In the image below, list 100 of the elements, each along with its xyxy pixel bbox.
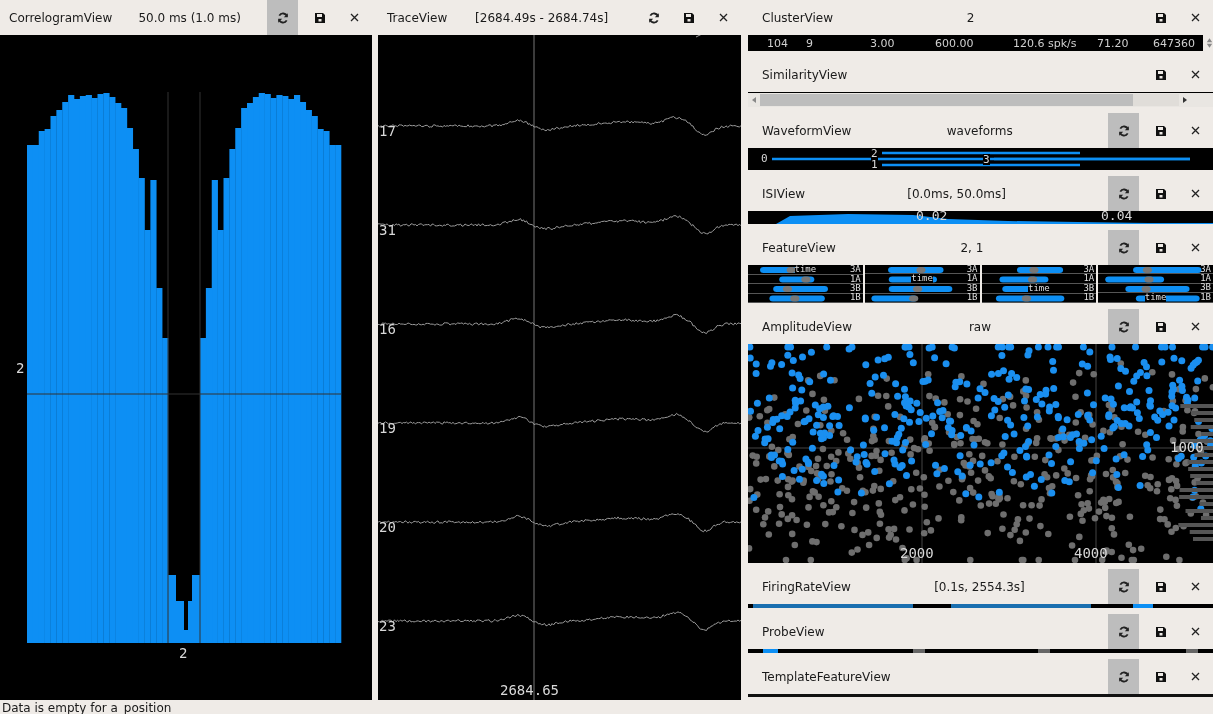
table-cell-text: 647360 [1153,36,1196,50]
save-icon [313,11,326,24]
axis-label: 3B [1200,283,1211,293]
refresh-button[interactable] [267,0,298,35]
refresh-icon [1117,580,1130,593]
axis-label: 1B [1200,293,1211,302]
channel-label: 31 [379,223,396,237]
view-title: ClusterView [762,10,834,25]
table-cell-text: 120.6 spk/s [1013,36,1078,50]
refresh-icon [1117,320,1130,333]
scroll-arrows-icon[interactable] [1206,36,1213,50]
refresh-icon [1117,670,1130,683]
close-icon [1191,322,1200,331]
channel-label: 16 [379,322,396,336]
view-subtitle: [0.1s, 2554.3s] [933,579,1026,594]
scrollbar-thumb[interactable] [760,94,1133,106]
view-title: WaveformView [762,123,852,138]
refresh-button[interactable] [1108,614,1139,649]
view-title: ProbeView [762,624,825,639]
save-icon [682,11,695,24]
axis-label: time [911,274,933,284]
time-label: 2684.65 [500,683,559,697]
axis-label: 3B [966,284,978,293]
channel-label: 17 [379,124,396,138]
view-subtitle: 2 [965,10,976,25]
table-cell-text: 71.20 [1097,36,1130,50]
save-icon [1154,11,1167,24]
refresh-button[interactable] [1108,309,1139,344]
view-subtitle: raw [967,319,993,334]
axis-label: time [1028,283,1050,293]
refresh-button[interactable] [1108,659,1139,694]
axis-label: 1A [849,274,861,284]
channel-label: 0 [761,153,768,164]
table-cell-text: 600.00 [935,36,975,50]
view-subtitle: [2684.49s - 2684.74s] [474,10,610,25]
horizontal-scrollbar[interactable] [748,92,1213,107]
close-icon [1191,13,1200,22]
refresh-button[interactable] [1108,230,1139,265]
axis-label: time [794,265,817,274]
table-cell-text: 3.00 [870,36,896,50]
save-icon [1154,580,1167,593]
channel-label: 1 [871,159,878,170]
save-icon [1154,187,1167,200]
close-icon [719,13,728,22]
axis-label: 3A [966,264,978,274]
axis-label: time [1144,293,1167,302]
axis-label: 2000 [900,546,934,560]
close-icon [1191,70,1200,79]
save-icon [1154,124,1167,137]
channel-label: 3 [983,154,990,165]
axis-label: 2 [179,646,188,660]
refresh-icon [1117,187,1130,200]
close-icon [1191,672,1200,681]
refresh-icon [1117,124,1130,137]
refresh-button[interactable] [1108,569,1139,604]
axis-label: 3B [849,284,861,293]
view-title: FiringRateView [762,579,851,594]
close-icon [1191,189,1200,198]
close-icon [1191,582,1200,591]
status-message: Data is empty for a_position [1,700,173,714]
table-row[interactable]: 104 9 3.00 600.00 120.6 spk/s 71.20 647360 [748,35,1203,51]
view-title: AmplitudeView [762,319,852,334]
save-icon [1154,68,1167,81]
close-icon [1191,627,1200,636]
axis-label: 1B [966,293,978,303]
view-subtitle: waveforms [945,123,1014,138]
view-title: TemplateFeatureView [762,669,891,684]
axis-label: 2 [16,361,25,375]
axis-label: 3A [1083,264,1095,274]
refresh-icon [1117,241,1130,254]
axis-label: 4000 [1074,546,1108,560]
channel-label: 23 [379,619,396,633]
refresh-icon [1117,625,1130,638]
axis-label: 3A [849,265,861,274]
axis-label: 1B [849,293,861,303]
table-cell-text: 104 [767,36,789,50]
axis-label: 1A [1200,274,1211,283]
save-icon [1154,670,1167,683]
close-icon [1191,126,1200,135]
table-cell-text: 9 [806,36,814,50]
view-subtitle: 50.0 ms (1.0 ms) [137,10,242,25]
axis-label: 0.04 [1101,211,1133,222]
refresh-button[interactable] [1108,113,1139,148]
refresh-icon [647,11,660,24]
axis-label: 1A [966,274,978,284]
close-icon [350,13,359,22]
view-subtitle: 2, 1 [959,240,985,255]
channel-label: 2 [871,148,878,159]
view-title: ISIView [762,186,806,201]
save-icon [1154,241,1167,254]
axis-label: 1A [1083,274,1095,283]
save-icon [1154,625,1167,638]
close-icon [1191,243,1200,252]
save-icon [1154,320,1167,333]
channel-label: 20 [379,520,396,534]
axis-label: 3B [1083,283,1095,293]
axis-label: 3A [1200,264,1211,274]
channel-label: 19 [379,421,396,435]
refresh-button[interactable] [1108,176,1139,211]
refresh-icon [276,11,289,24]
